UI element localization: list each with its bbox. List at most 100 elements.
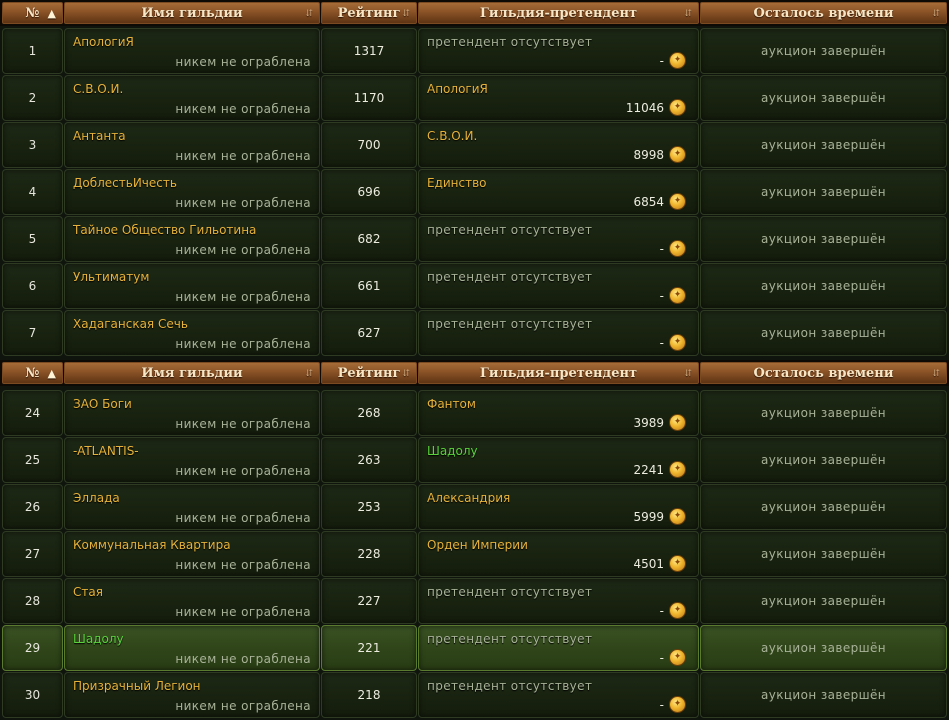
table-row[interactable]: 3 Антанта никем не ограблена 700 С.В.О.И. 899… xyxy=(0,122,949,168)
guild-name-cell[interactable]: Хадаганская Сечь никем не ограблена xyxy=(64,310,320,356)
pretender-none-text: претендент отсутствует xyxy=(427,35,593,49)
time-left-cell: аукцион завершён xyxy=(700,263,947,309)
column-header-num[interactable]: № ▲ xyxy=(2,2,63,24)
guild-name-link[interactable]: -ATLANTIS- xyxy=(73,444,139,458)
table-row[interactable]: 25 -ATLANTIS-никем не ограблена 263 Шадолу 2… xyxy=(0,437,949,483)
pretender-guild-link[interactable]: С.В.О.И. xyxy=(427,129,477,143)
guild-name-link[interactable]: Коммунальная Квартира xyxy=(73,538,231,552)
column-header-rating[interactable]: Рейтинг ⇵ xyxy=(321,362,417,384)
guild-name-link[interactable]: Тайное Общество Гильотина xyxy=(73,223,256,237)
pretender-guild-link[interactable]: АпологиЯ xyxy=(427,82,488,96)
column-header-name[interactable]: Имя гильдии ⇵ xyxy=(64,362,320,384)
gold-coin-icon: ✦ xyxy=(669,602,686,619)
guild-name-cell[interactable]: Эллада никем не ограблена xyxy=(64,484,320,530)
gold-coin-icon: ✦ xyxy=(669,649,686,666)
column-header-num[interactable]: № ▲ xyxy=(2,362,63,384)
column-header-time-label: Осталось времени xyxy=(753,366,894,381)
rating-value: 268 xyxy=(357,406,381,420)
bid-amount: - xyxy=(659,289,664,303)
pretender-guild-link[interactable]: Шадолу xyxy=(427,444,478,458)
guild-name-cell[interactable]: -ATLANTIS-никем не ограблена xyxy=(64,437,320,483)
guild-name-cell[interactable]: ЗАО Боги никем не ограблена xyxy=(64,390,320,436)
bid-amount: - xyxy=(659,604,664,618)
pretender-cell[interactable]: претендент отсутствует - ✦ xyxy=(418,28,699,74)
guild-name-cell[interactable]: Тайное Общество Гильотина никем не ограбл… xyxy=(64,216,320,262)
pretender-cell[interactable]: Фантом 3989 ✦ xyxy=(418,390,699,436)
gold-coin-icon: ✦ xyxy=(669,287,686,304)
guild-name-link[interactable]: Эллада xyxy=(73,491,120,505)
pretender-cell[interactable]: С.В.О.И. 8998 ✦ xyxy=(418,122,699,168)
guild-name-link[interactable]: Ультиматум xyxy=(73,270,149,284)
pretender-cell[interactable]: Шадолу 2241 ✦ xyxy=(418,437,699,483)
bid-amount: - xyxy=(659,651,664,665)
rating-cell: 682 xyxy=(321,216,417,262)
time-left-value: аукцион завершён xyxy=(760,594,887,608)
pretender-cell[interactable]: претендент отсутствует - ✦ xyxy=(418,263,699,309)
guild-name-cell[interactable]: Стая никем не ограблена xyxy=(64,578,320,624)
rating-value: 696 xyxy=(357,185,381,199)
column-header-rating-label: Рейтинг xyxy=(337,366,401,381)
guild-name-cell[interactable]: Ультиматум никем не ограблена xyxy=(64,263,320,309)
table-row[interactable]: 27 Коммунальная Квартира никем не ограблен… xyxy=(0,531,949,577)
column-header-pretender[interactable]: Гильдия-претендент ⇵ xyxy=(418,362,699,384)
time-left-value: аукцион завершён xyxy=(760,232,887,246)
guild-name-link[interactable]: АпологиЯ xyxy=(73,35,134,49)
pretender-guild-link[interactable]: Орден Империи xyxy=(427,538,528,552)
time-left-cell: аукцион завершён xyxy=(700,216,947,262)
pretender-guild-link[interactable]: Фантом xyxy=(427,397,476,411)
guild-name-link[interactable]: Шадолу xyxy=(73,632,124,646)
table-row[interactable]: 2 С.В.О.И. никем не ограблена 1170 АпологиЯ 1… xyxy=(0,75,949,121)
sort-icon: ⇵ xyxy=(402,369,410,379)
table-row[interactable]: 28 Стая никем не ограблена 227 претендент от… xyxy=(0,578,949,624)
robbed-status: никем не ограблена xyxy=(175,652,311,666)
table-row[interactable]: 26 Эллада никем не ограблена 253 Александрия… xyxy=(0,484,949,530)
guild-name-link[interactable]: Призрачный Легион xyxy=(73,679,201,693)
column-header-pretender[interactable]: Гильдия-претендент ⇵ xyxy=(418,2,699,24)
pretender-cell[interactable]: претендент отсутствует - ✦ xyxy=(418,672,699,718)
rank-cell: 24 xyxy=(2,390,63,436)
guild-name-link[interactable]: ЗАО Боги xyxy=(73,397,132,411)
guild-table-bottom: № ▲ Имя гильдии ⇵ Рейтинг ⇵ Гильдия-прет… xyxy=(0,360,949,720)
table-row[interactable]: 24 ЗАО Боги никем не ограблена 268 Фантом 398… xyxy=(0,390,949,436)
pretender-cell[interactable]: Единство 6854 ✦ xyxy=(418,169,699,215)
rank-value: 4 xyxy=(28,185,37,199)
time-left-value: аукцион завершён xyxy=(760,326,887,340)
rank-value: 29 xyxy=(24,641,41,655)
bid-amount: - xyxy=(659,698,664,712)
pretender-guild-link[interactable]: Александрия xyxy=(427,491,510,505)
guild-name-link[interactable]: Антанта xyxy=(73,129,126,143)
robbed-status: никем не ограблена xyxy=(175,55,311,69)
table-row[interactable]: 6 Ультиматум никем не ограблена 661 претенде… xyxy=(0,263,949,309)
table-row[interactable]: 4 ДоблестьИчесть никем не ограблена 696 Един… xyxy=(0,169,949,215)
table-row[interactable]: 7 Хадаганская Сечь никем не ограблена 627 пр… xyxy=(0,310,949,356)
pretender-cell[interactable]: претендент отсутствует - ✦ xyxy=(418,578,699,624)
guild-name-cell[interactable]: С.В.О.И. никем не ограблена xyxy=(64,75,320,121)
guild-name-cell[interactable]: ДоблестьИчесть никем не ограблена xyxy=(64,169,320,215)
table-row[interactable]: 5 Тайное Общество Гильотина никем не ограб… xyxy=(0,216,949,262)
guild-name-link[interactable]: Хадаганская Сечь xyxy=(73,317,188,331)
table-row[interactable]: 1 АпологиЯ никем не ограблена 1317 претенден… xyxy=(0,28,949,74)
guild-name-link[interactable]: Стая xyxy=(73,585,103,599)
guild-name-cell[interactable]: Коммунальная Квартира никем не ограблена xyxy=(64,531,320,577)
column-header-time[interactable]: Осталось времени ⇵ xyxy=(700,2,947,24)
guild-name-link[interactable]: ДоблестьИчесть xyxy=(73,176,177,190)
pretender-cell[interactable]: претендент отсутствует - ✦ xyxy=(418,625,699,671)
table-row[interactable]: 29 Шадолу никем не ограблена 221 претендент … xyxy=(0,625,949,671)
table-row[interactable]: 30 Призрачный Легион никем не ограблена 218… xyxy=(0,672,949,718)
guild-name-cell[interactable]: Антанта никем не ограблена xyxy=(64,122,320,168)
pretender-cell[interactable]: претендент отсутствует - ✦ xyxy=(418,216,699,262)
guild-name-cell[interactable]: Шадолу никем не ограблена xyxy=(64,625,320,671)
column-header-name[interactable]: Имя гильдии ⇵ xyxy=(64,2,320,24)
column-header-time[interactable]: Осталось времени ⇵ xyxy=(700,362,947,384)
rating-cell: 218 xyxy=(321,672,417,718)
column-header-rating-label: Рейтинг xyxy=(337,6,401,21)
pretender-cell[interactable]: Александрия 5999 ✦ xyxy=(418,484,699,530)
pretender-cell[interactable]: Орден Империи 4501 ✦ xyxy=(418,531,699,577)
guild-name-cell[interactable]: АпологиЯ никем не ограблена xyxy=(64,28,320,74)
guild-name-cell[interactable]: Призрачный Легион никем не ограблена xyxy=(64,672,320,718)
pretender-cell[interactable]: АпологиЯ 11046 ✦ xyxy=(418,75,699,121)
column-header-rating[interactable]: Рейтинг ⇵ xyxy=(321,2,417,24)
pretender-cell[interactable]: претендент отсутствует - ✦ xyxy=(418,310,699,356)
pretender-guild-link[interactable]: Единство xyxy=(427,176,487,190)
guild-name-link[interactable]: С.В.О.И. xyxy=(73,82,123,96)
